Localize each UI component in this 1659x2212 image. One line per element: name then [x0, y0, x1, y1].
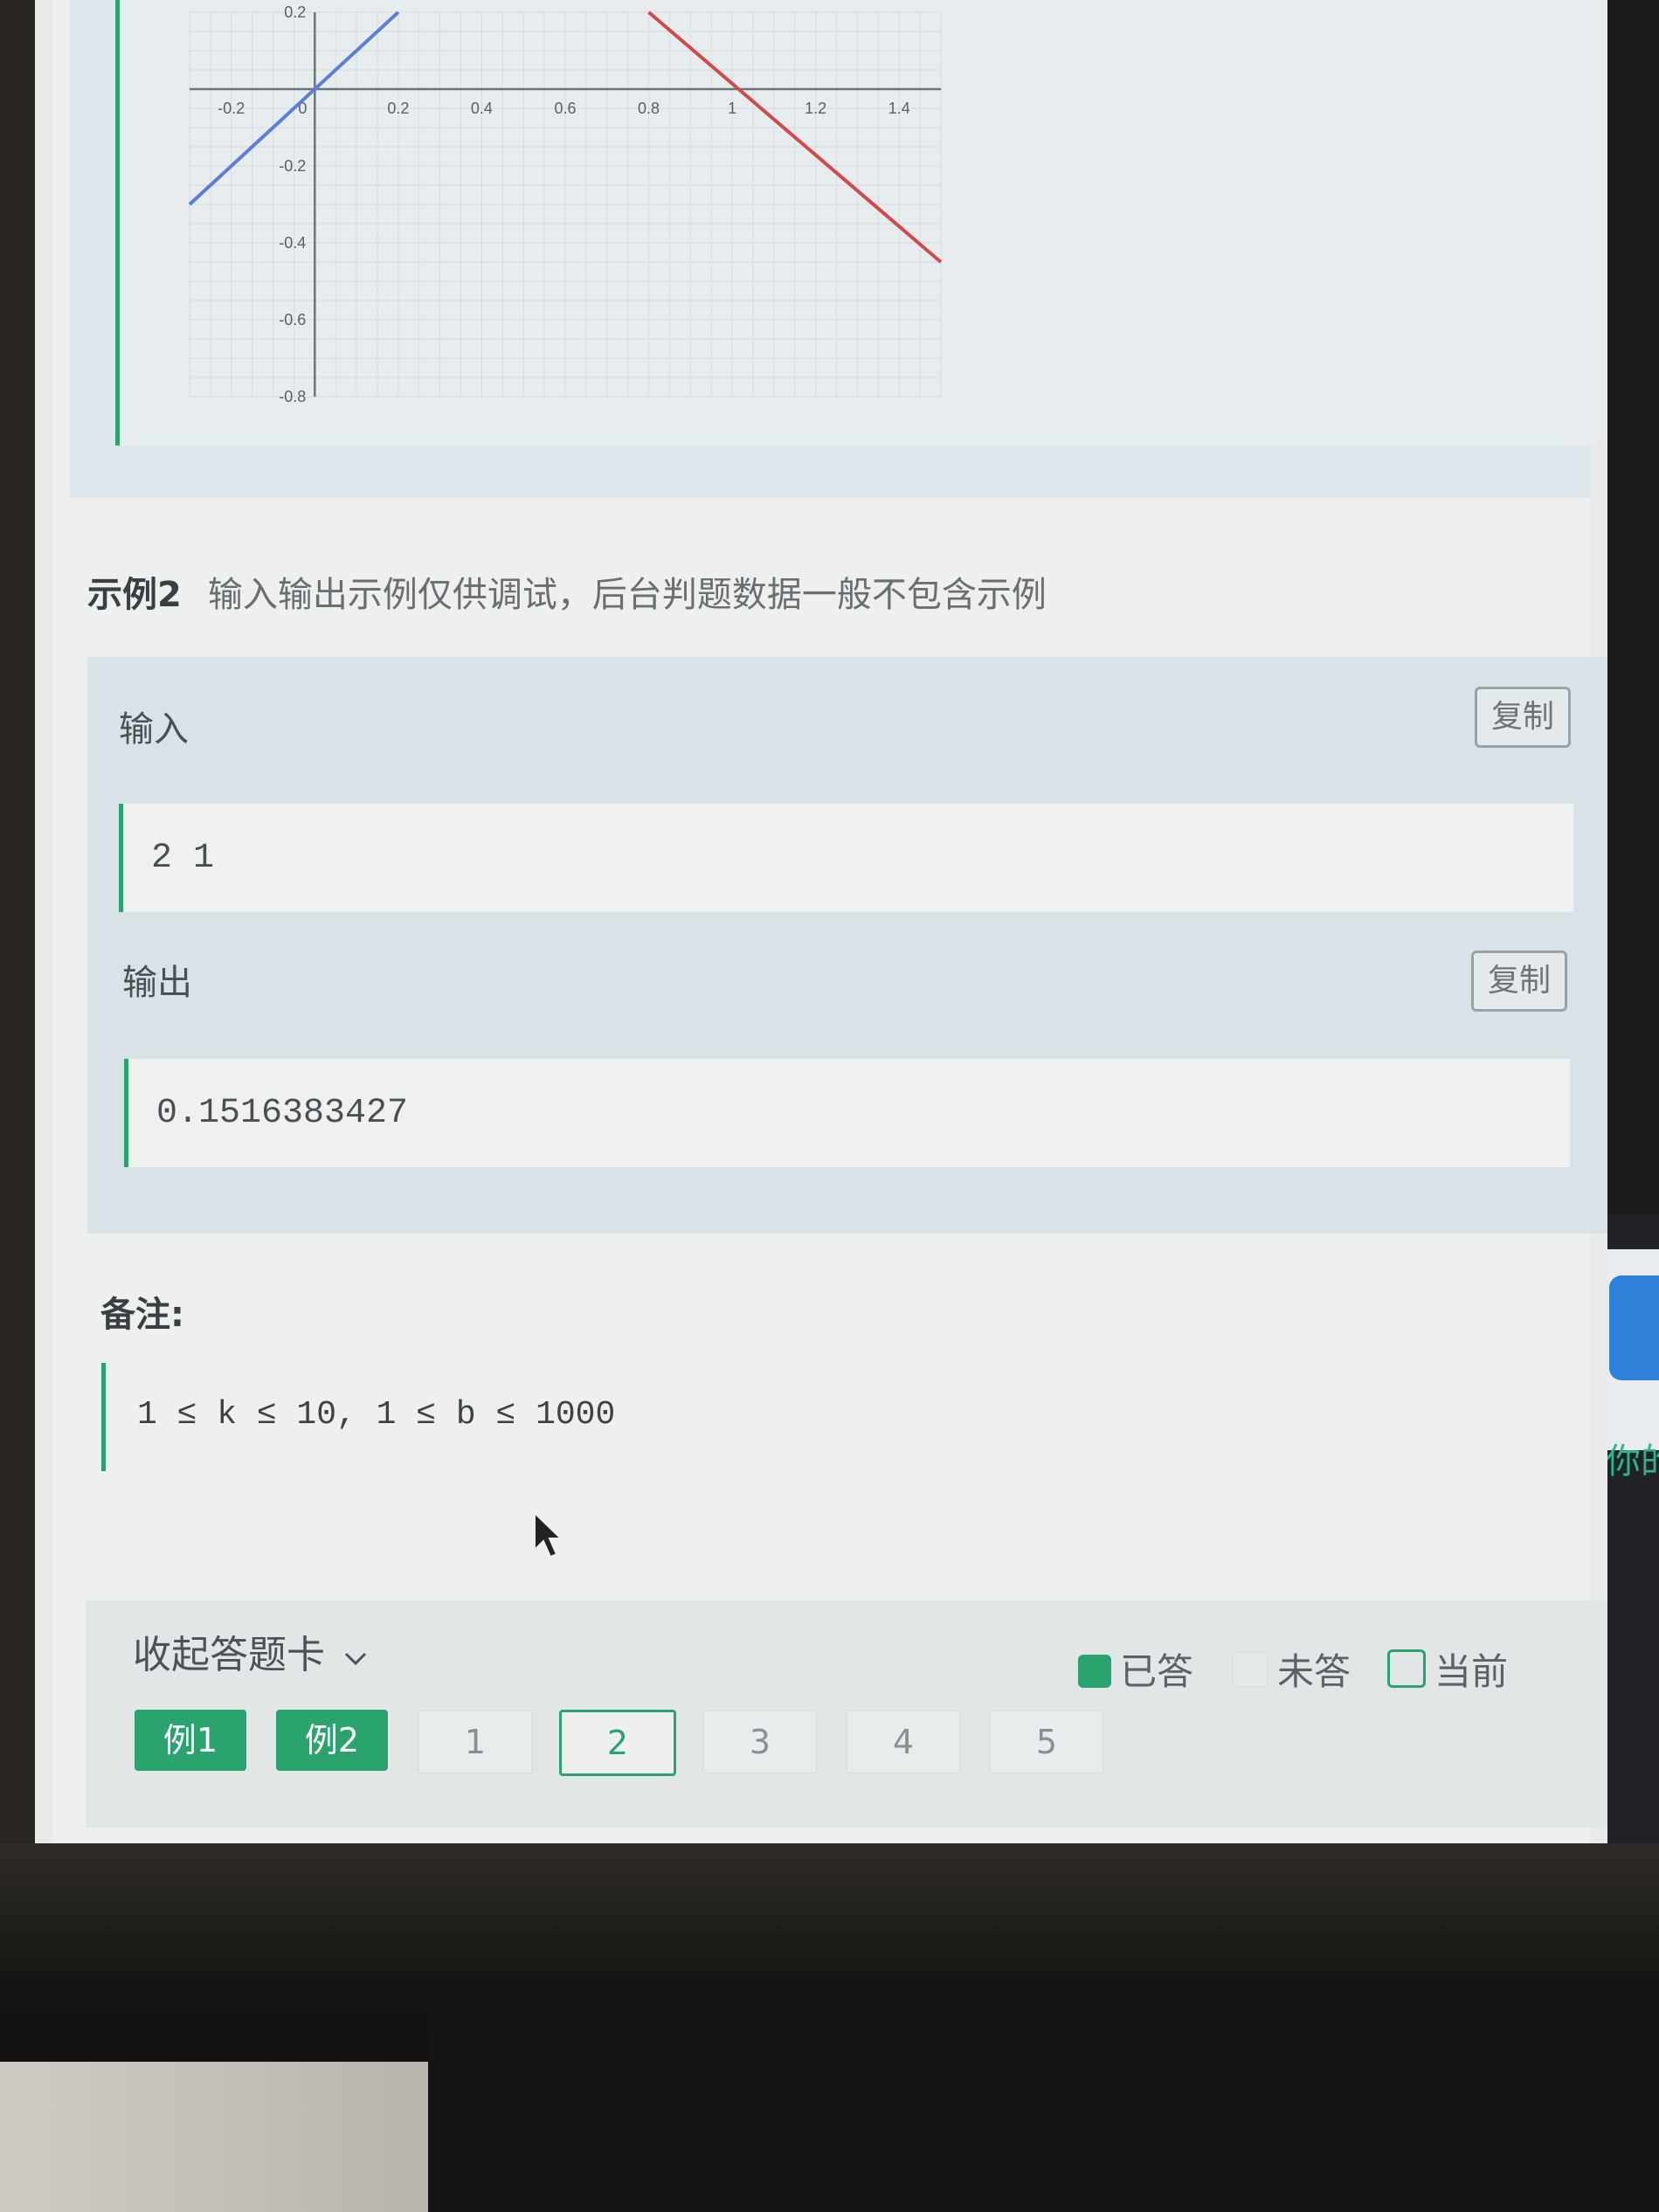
nav-question-1[interactable]: 1 — [418, 1710, 533, 1774]
submit-button-partial[interactable] — [1609, 1275, 1659, 1380]
example1-chart-box: -0.2 0 0.2 0.4 0.6 0.8 1 1.2 1.4 0.2 -0.2 -0.4 -0.6-… — [115, 0, 1596, 446]
legend-unanswered: 未答 — [1232, 1642, 1351, 1696]
nav-question-2[interactable]: 2 — [559, 1710, 676, 1776]
x-tick-label: 0.2 — [387, 100, 409, 117]
input-value: 2 1 — [151, 839, 215, 878]
laptop-base — [428, 2009, 1659, 2212]
x-tick-label: -0.2 — [218, 100, 245, 117]
unanswered-square-icon — [1232, 1651, 1268, 1688]
example1-output-card: -0.2 0 0.2 0.4 0.6 0.8 1 1.2 1.4 0.2 -0.2 -0.4 -0.6-… — [70, 0, 1596, 498]
legend-answered-label: 已答 — [1120, 1650, 1194, 1693]
input-label: 输入 — [119, 709, 189, 750]
collapse-label: 收起答题卡 — [133, 1633, 325, 1677]
copy-input-button[interactable]: 复制 — [1475, 687, 1571, 748]
note-text: 1 ≤ k ≤ 10, 1 ≤ b ≤ 1000 — [137, 1396, 616, 1434]
nav-question-3[interactable]: 3 — [702, 1710, 818, 1774]
example-label: 示例2 — [87, 575, 182, 615]
answer-card: 收起答题卡 已答 未答 当前 例1 例2 1 2 3 4 5 — [86, 1600, 1607, 1828]
note-box: 1 ≤ k ≤ 10, 1 ≤ b ≤ 1000 — [101, 1363, 1591, 1471]
input-code-box: 2 1 — [119, 804, 1573, 912]
note-heading: 备注: — [100, 1295, 184, 1335]
collapse-answer-card[interactable]: 收起答题卡 — [133, 1623, 369, 1679]
legend-answered: 已答 — [1078, 1642, 1193, 1696]
answered-square-icon — [1078, 1655, 1111, 1688]
legend-current: 当前 — [1387, 1642, 1508, 1696]
x-tick-label: 0.8 — [638, 100, 660, 117]
y-tick-label: -0.6 — [279, 311, 306, 328]
current-square-icon — [1387, 1649, 1426, 1688]
legend-unanswered-label: 未答 — [1277, 1650, 1351, 1693]
y-tick-label: -0.2 — [279, 157, 306, 175]
x-tick-label: 1.2 — [805, 100, 826, 117]
x-tick-label: 0.4 — [471, 100, 493, 117]
y-tick-label: -0.8 — [279, 388, 306, 405]
desk-surface — [0, 2062, 428, 2212]
example-subtitle: 输入输出示例仅供调试，后台判题数据一般不包含示例 — [207, 575, 1047, 615]
y-tick-label: 0.2 — [284, 3, 306, 21]
output-value: 0.1516383427 — [156, 1094, 409, 1133]
nav-question-4[interactable]: 4 — [846, 1710, 961, 1774]
background-left — [0, 0, 35, 1843]
example-heading: 示例2 输入输出示例仅供调试，后台判题数据一般不包含示例 — [87, 566, 1047, 617]
chevron-down-icon — [344, 1652, 367, 1666]
legend-current-label: 当前 — [1434, 1650, 1509, 1693]
output-code-box: 0.1516383427 — [124, 1059, 1570, 1167]
x-tick-label: 1.4 — [888, 100, 910, 117]
nav-example-2[interactable]: 例2 — [276, 1710, 388, 1771]
x-tick-label: 1 — [728, 100, 736, 117]
adjacent-panel-hint: 你的 — [1606, 1441, 1659, 1482]
mouse-cursor-icon — [534, 1511, 563, 1559]
example2-io-card: 输入 复制 2 1 输出 复制 0.1516383427 — [87, 657, 1607, 1234]
y-tick-label: -0.4 — [279, 234, 306, 252]
function-graph: -0.2 0 0.2 0.4 0.6 0.8 1 1.2 1.40.2-0.2-0.4-0.6-… — [188, 3, 943, 405]
problem-page: -0.2 0 0.2 0.4 0.6 0.8 1 1.2 1.4 0.2 -0.2 -0.4 -0.6-… — [35, 0, 1607, 1843]
copy-output-button[interactable]: 复制 — [1471, 950, 1567, 1012]
x-tick-label: 0.6 — [554, 100, 576, 117]
nav-question-5[interactable]: 5 — [989, 1710, 1104, 1774]
nav-example-1[interactable]: 例1 — [135, 1710, 246, 1771]
output-label: 输出 — [122, 963, 192, 1003]
